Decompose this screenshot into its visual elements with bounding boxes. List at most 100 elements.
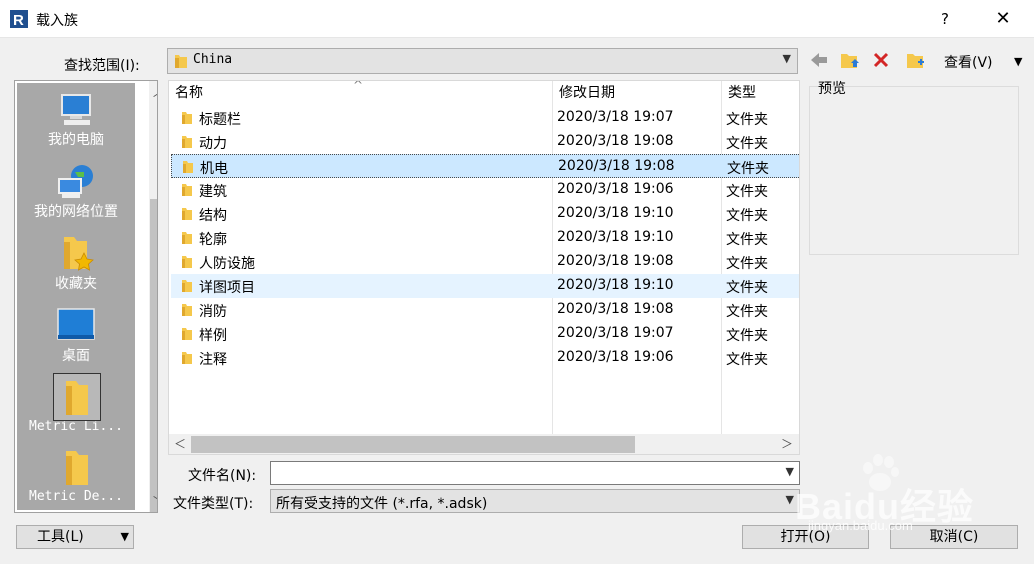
file-type: 文件夹 (726, 184, 768, 200)
column-header-date[interactable]: 修改日期 (553, 81, 721, 105)
places-scrollbar[interactable]: ︿ ﹀ (149, 81, 157, 512)
file-name: 轮廓 (199, 232, 227, 248)
file-row[interactable]: 机电 2020/3/18 19:08 文件夹 (171, 154, 799, 178)
place-label: 我的网络位置 (34, 204, 118, 220)
folder-icon (182, 280, 192, 292)
file-type: 文件夹 (726, 328, 768, 344)
file-name: 人防设施 (199, 256, 255, 272)
file-row[interactable]: 建筑 2020/3/18 19:06 文件夹 (171, 178, 799, 202)
chevron-up-icon[interactable]: ︿ (151, 83, 157, 100)
lookin-label: 查找范围(I): (64, 58, 140, 74)
up-folder-icon (841, 54, 859, 68)
file-date: 2020/3/18 19:07 (557, 325, 674, 341)
column-header-name[interactable]: 名称 (169, 81, 552, 105)
computer-icon (61, 94, 91, 125)
file-name: 详图项目 (199, 280, 255, 296)
filename-label: 文件名(N): (188, 468, 257, 484)
chevron-down-icon[interactable]: ▼ (1014, 55, 1022, 68)
horizontal-scrollbar[interactable]: ＜ ＞ (169, 434, 799, 454)
file-name: 注释 (199, 352, 227, 368)
file-type: 文件夹 (726, 352, 768, 368)
chevron-down-icon: ▼ (785, 493, 794, 506)
network-icon (58, 165, 93, 198)
place-label: 收藏夹 (55, 276, 97, 292)
file-row[interactable]: 详图项目 2020/3/18 19:10 文件夹 (171, 274, 799, 298)
filename-input[interactable]: ▼ (270, 461, 800, 485)
chevron-left-icon[interactable]: ＜ (174, 435, 186, 452)
file-type: 文件夹 (726, 112, 768, 128)
place-my-computer[interactable]: 我的电脑 (17, 89, 135, 149)
file-name: 样例 (199, 328, 227, 344)
new-folder-button[interactable] (902, 49, 928, 73)
place-metric-library[interactable]: Metric Li... (17, 373, 135, 434)
scrollbar-thumb[interactable] (150, 199, 157, 512)
lookin-dropdown[interactable]: China ▼ (167, 48, 798, 74)
view-menu-button[interactable]: 查看(V) (944, 52, 993, 72)
file-row[interactable]: 结构 2020/3/18 19:10 文件夹 (171, 202, 799, 226)
file-row[interactable]: 标题栏 2020/3/18 19:07 文件夹 (171, 106, 799, 130)
folder-icon (182, 208, 192, 220)
file-name: 动力 (199, 136, 227, 152)
file-date: 2020/3/18 19:06 (557, 349, 674, 365)
file-type: 文件夹 (726, 232, 768, 248)
folder-icon (183, 161, 193, 173)
column-header-type[interactable]: 类型 (722, 81, 799, 105)
folder-icon (182, 352, 192, 364)
svg-text:R: R (13, 12, 24, 29)
preview-area (809, 86, 1019, 255)
chevron-down-icon: ▼ (782, 52, 791, 65)
folder-icon (66, 451, 88, 485)
place-desktop[interactable]: 桌面 (17, 305, 135, 365)
file-row[interactable]: 样例 2020/3/18 19:07 文件夹 (171, 322, 799, 346)
window-title: 载入族 (36, 13, 78, 29)
place-network[interactable]: 我的网络位置 (17, 161, 135, 221)
new-folder-icon (907, 54, 924, 68)
watermark-url: jingyan.baidu.com (808, 518, 913, 533)
tools-button[interactable]: 工具(L) ▼ (16, 525, 134, 549)
place-favorites[interactable]: 收藏夹 (17, 233, 135, 293)
back-button[interactable] (806, 49, 832, 73)
view-menu-label: 查看(V) (944, 55, 993, 71)
file-date: 2020/3/18 19:10 (557, 277, 674, 293)
file-date: 2020/3/18 19:08 (557, 301, 674, 317)
chevron-right-icon[interactable]: ＞ (781, 435, 793, 452)
place-label: 桌面 (62, 348, 90, 364)
delete-x-icon (873, 52, 889, 68)
file-row[interactable]: 消防 2020/3/18 19:08 文件夹 (171, 298, 799, 322)
file-list: ^ 名称 修改日期 类型 标题栏 2020/3/18 19:07 文件夹 动力 2020… (168, 80, 800, 455)
up-folder-button[interactable] (836, 49, 862, 73)
place-metric-detail[interactable]: Metric De... (17, 445, 135, 504)
help-button[interactable]: ? (930, 5, 960, 33)
folder-icon (182, 304, 192, 316)
file-row[interactable]: 轮廓 2020/3/18 19:10 文件夹 (171, 226, 799, 250)
chevron-down-icon[interactable]: ▼ (786, 465, 794, 478)
chevron-down-icon[interactable]: ﹀ (151, 493, 157, 510)
file-type: 文件夹 (726, 304, 768, 320)
file-date: 2020/3/18 19:08 (558, 158, 675, 174)
places-list: 我的电脑 我的网络位置 收藏夹 桌面 Metric Li... Metric D… (17, 83, 135, 510)
filetype-dropdown[interactable]: 所有受支持的文件 (*.rfa, *.adsk) ▼ (270, 489, 800, 513)
scrollbar-thumb[interactable] (191, 436, 635, 453)
place-label: Metric De... (29, 489, 123, 504)
favorites-icon (64, 237, 94, 271)
file-name: 机电 (200, 161, 228, 177)
file-name: 消防 (199, 304, 227, 320)
file-row[interactable]: 注释 2020/3/18 19:06 文件夹 (171, 346, 799, 370)
folder-icon (66, 381, 88, 415)
delete-button[interactable] (868, 49, 894, 73)
file-name: 建筑 (199, 184, 227, 200)
file-date: 2020/3/18 19:06 (557, 181, 674, 197)
file-row[interactable]: 人防设施 2020/3/18 19:08 文件夹 (171, 250, 799, 274)
preview-label: 预览 (818, 81, 846, 97)
file-date: 2020/3/18 19:08 (557, 253, 674, 269)
close-button[interactable]: ✕ (988, 5, 1018, 33)
file-date: 2020/3/18 19:10 (557, 205, 674, 221)
file-row[interactable]: 动力 2020/3/18 19:08 文件夹 (171, 130, 799, 154)
title-bar: R 载入族 ? ✕ (0, 0, 1034, 38)
folder-icon (182, 184, 192, 196)
file-type: 文件夹 (726, 256, 768, 272)
folder-icon (182, 112, 192, 124)
desktop-icon (57, 308, 95, 340)
file-date: 2020/3/18 19:08 (557, 133, 674, 149)
file-date: 2020/3/18 19:07 (557, 109, 674, 125)
